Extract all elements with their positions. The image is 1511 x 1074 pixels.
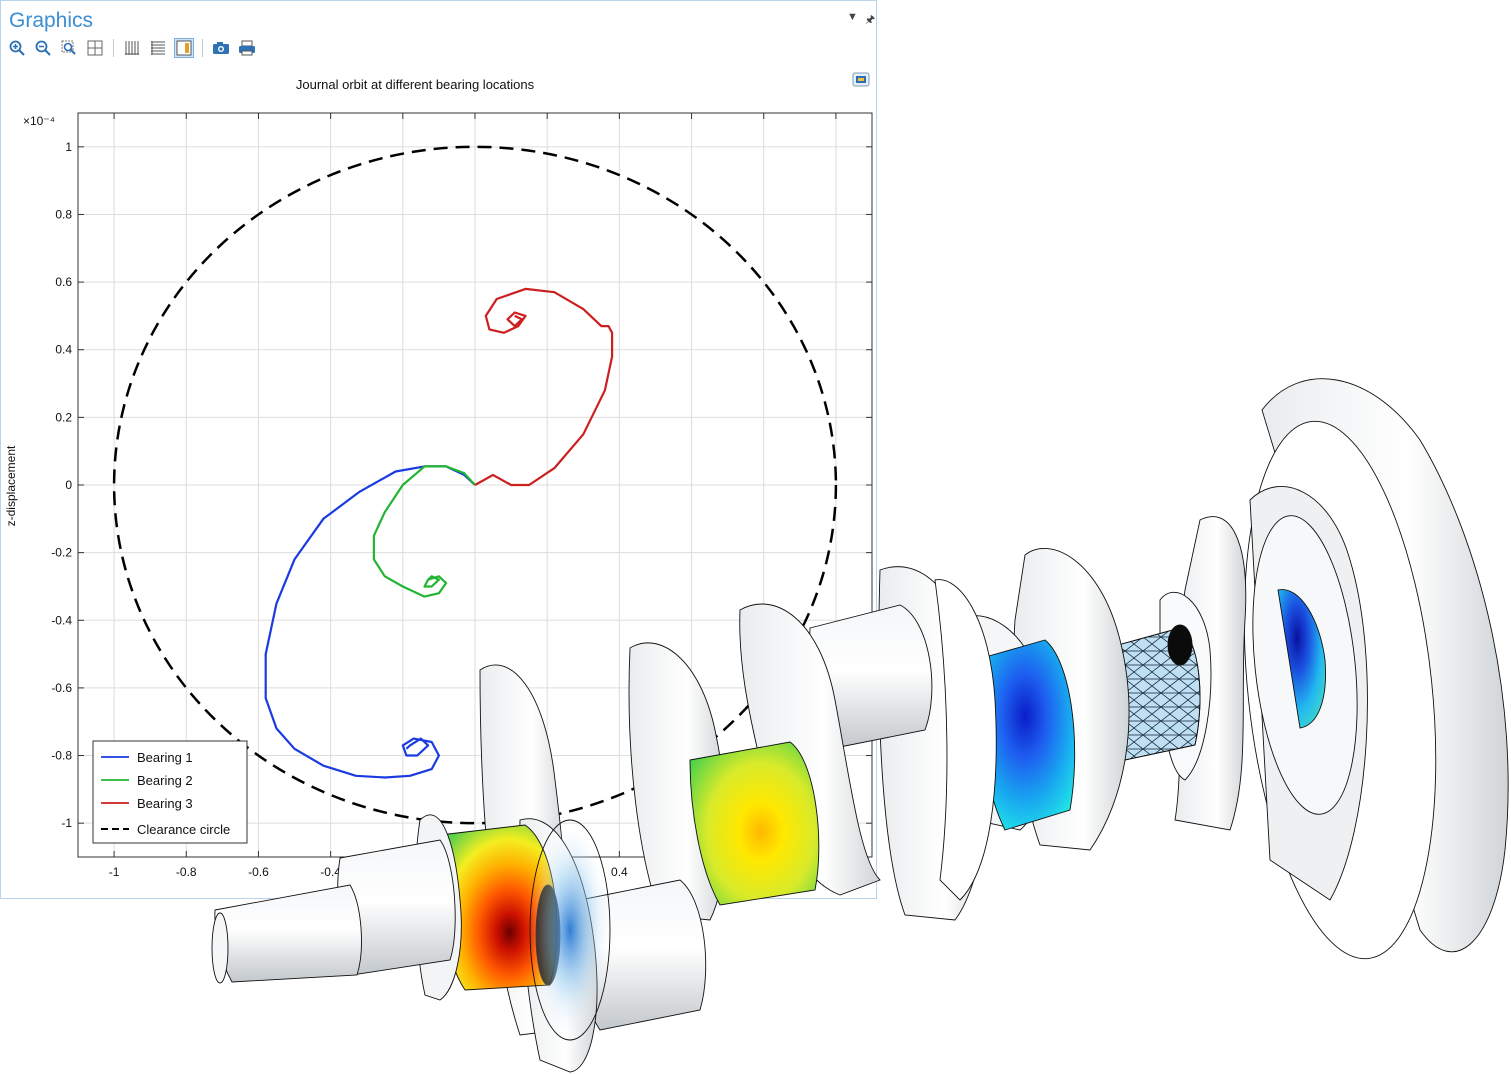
crankshaft-3d-model <box>211 378 1509 1073</box>
